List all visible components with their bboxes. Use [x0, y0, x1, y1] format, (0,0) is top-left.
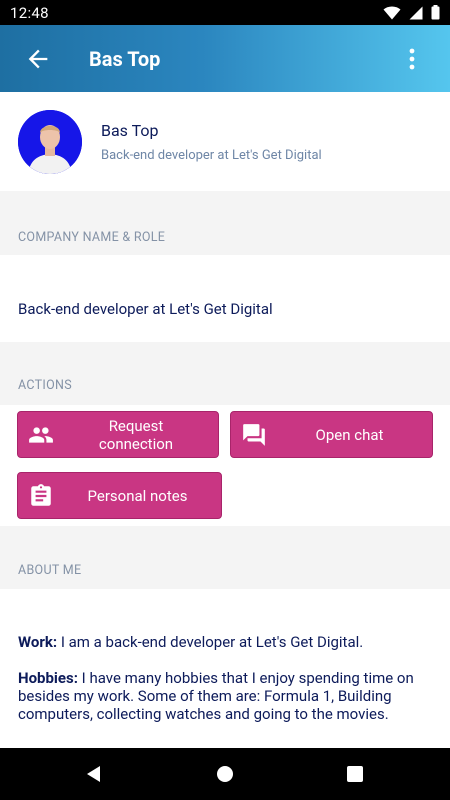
navigation-bar — [0, 748, 450, 800]
more-vert-icon — [409, 48, 415, 70]
people-icon — [29, 427, 53, 443]
open-chat-button[interactable]: Open chat — [230, 411, 433, 458]
personal-notes-button[interactable]: Personal notes — [17, 472, 222, 519]
open-chat-label: Open chat — [315, 425, 384, 444]
about-work: Work: I am a back-end developer at Let's… — [18, 633, 430, 651]
battery-icon — [431, 5, 440, 20]
avatar[interactable] — [18, 110, 82, 174]
person-avatar-icon — [18, 110, 82, 174]
profile-name: Bas Top — [101, 121, 159, 140]
request-connection-label: Request connection — [98, 416, 174, 453]
company-section-header: COMPANY NAME & ROLE — [0, 191, 450, 255]
status-time: 12:48 — [10, 3, 49, 22]
more-options-button[interactable] — [400, 46, 424, 72]
work-text: I am a back-end developer at Let's Get D… — [57, 633, 364, 651]
company-role-text: Back-end developer at Let's Get Digital — [18, 300, 273, 318]
about-section: Work: I am a back-end developer at Let's… — [0, 589, 450, 748]
about-hobbies: Hobbies: I have many hobbies that I enjo… — [18, 669, 430, 723]
about-section-header: ABOUT ME — [0, 526, 450, 589]
work-label: Work: — [18, 633, 58, 651]
profile-card: Bas Top Back-end developer at Let's Get … — [0, 92, 450, 191]
nav-back-icon[interactable] — [84, 764, 104, 784]
signal-icon — [409, 6, 423, 19]
clipboard-icon — [31, 484, 51, 506]
status-bar: 12:48 — [0, 0, 450, 25]
nav-recents-icon[interactable] — [345, 764, 365, 784]
nav-home-icon[interactable] — [215, 764, 235, 784]
actions-section: Request connection Open chat Personal no… — [0, 405, 450, 526]
arrow-back-icon — [28, 49, 48, 69]
app-bar: Bas Top — [0, 25, 450, 92]
request-connection-button[interactable]: Request connection — [17, 411, 219, 458]
profile-role: Back-end developer at Let's Get Digital — [101, 148, 322, 163]
status-icons — [383, 5, 440, 20]
hobbies-label: Hobbies: — [18, 669, 78, 687]
hobbies-text: I have many hobbies that I enjoy spendin… — [18, 669, 414, 723]
actions-section-header: ACTIONS — [0, 342, 450, 405]
back-button[interactable] — [24, 45, 52, 73]
wifi-icon — [383, 6, 401, 19]
chat-icon — [243, 424, 265, 446]
page-title: Bas Top — [89, 47, 161, 71]
company-section: Back-end developer at Let's Get Digital — [0, 255, 450, 342]
personal-notes-label: Personal notes — [87, 486, 188, 505]
